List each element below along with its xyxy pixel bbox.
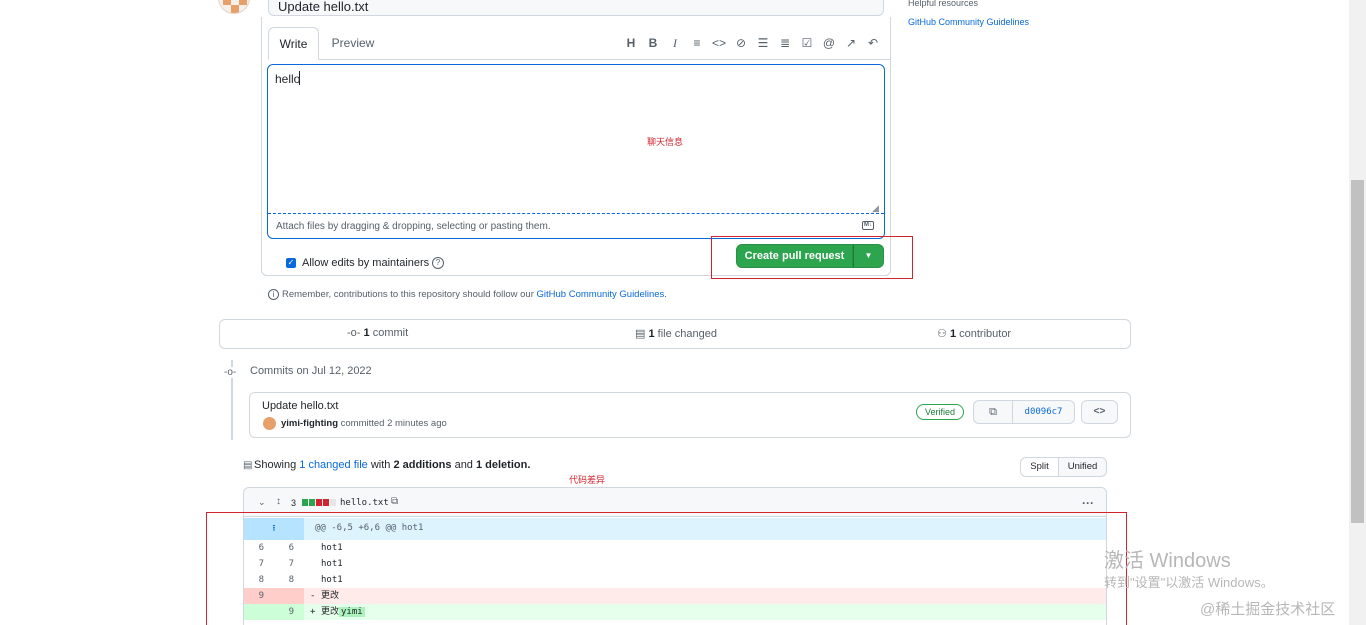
- annotation-box-diff: [206, 512, 1127, 625]
- tab-preview[interactable]: Preview: [324, 27, 382, 60]
- sidebar-guidelines-link[interactable]: GitHub Community Guidelines: [908, 17, 1029, 27]
- commit-icon: -o-: [347, 327, 361, 339]
- italic-icon[interactable]: I: [664, 35, 686, 51]
- task-list-icon[interactable]: ☑: [796, 35, 818, 51]
- site-watermark: @稀土掘金技术社区: [1200, 601, 1336, 618]
- helpful-resources-heading: Helpful resources: [908, 0, 979, 8]
- pr-title-input[interactable]: Update hello.txt: [268, 0, 884, 16]
- author-link[interactable]: yimi-fighting: [281, 418, 338, 429]
- annotation-code-diff: 代码差异: [569, 475, 606, 485]
- commit-sha-link[interactable]: d0096c7: [1013, 400, 1075, 424]
- diffstat-square: [330, 499, 336, 506]
- copy-path-icon[interactable]: ⧉: [391, 496, 398, 507]
- chevron-down-icon[interactable]: ⌄: [258, 497, 266, 508]
- verified-badge[interactable]: Verified: [916, 404, 964, 420]
- commit-icon: -o-: [224, 367, 237, 378]
- copy-icon: ⧉: [989, 406, 997, 418]
- expand-icon[interactable]: ↕: [276, 496, 281, 507]
- unified-view-button[interactable]: Unified: [1059, 457, 1107, 477]
- diffstat-square: [309, 499, 315, 506]
- attach-files-hint[interactable]: Attach files by dragging & dropping, sel…: [276, 221, 551, 232]
- quote-icon[interactable]: ≡: [686, 35, 708, 51]
- markdown-icon: M↓: [862, 221, 874, 230]
- markdown-toolbar: H B I ≡ <> ⊘ ☰ ≣ ☑ @ ↗ ↶: [620, 35, 884, 51]
- diffstat-square: [316, 499, 322, 506]
- tab-write[interactable]: Write: [268, 27, 319, 60]
- annotation-chat-info: 聊天信息: [647, 137, 684, 147]
- activation-watermark-subtitle: 转到"设置"以激活 Windows。: [1104, 575, 1274, 590]
- guidelines-link[interactable]: GitHub Community Guidelines: [537, 289, 665, 300]
- file-diff-icon: ▤: [635, 328, 646, 340]
- diff-filename[interactable]: hello.txt: [340, 498, 389, 508]
- kebab-menu-icon[interactable]: ···: [1082, 496, 1094, 510]
- author-avatar[interactable]: [263, 417, 276, 430]
- stat-commits[interactable]: -o- 1 commit: [347, 327, 408, 339]
- reference-icon[interactable]: ↗: [840, 35, 862, 51]
- activation-watermark-title: 激活 Windows: [1104, 550, 1231, 572]
- annotation-box-create: [711, 236, 913, 279]
- code-icon: <>: [1093, 406, 1106, 417]
- stat-contributors[interactable]: ⚇ 1 contributor: [937, 327, 1011, 340]
- user-avatar: [218, 0, 250, 14]
- contribution-reminder: Remember, contributions to this reposito…: [282, 289, 667, 300]
- diffstat-bar: [302, 499, 336, 506]
- heading-icon[interactable]: H: [620, 35, 642, 51]
- allow-edits-label: Allow edits by maintainers: [302, 257, 430, 269]
- allow-edits-checkbox[interactable]: ✓: [286, 258, 296, 268]
- diffstat-square: [323, 499, 329, 506]
- ordered-list-icon[interactable]: ≣: [774, 35, 796, 51]
- unordered-list-icon[interactable]: ☰: [752, 35, 774, 51]
- stat-files-changed[interactable]: ▤ 1 file changed: [635, 327, 717, 340]
- scrollbar-thumb[interactable]: [1351, 180, 1364, 523]
- changes-count: 3: [291, 498, 297, 508]
- commit-title-link[interactable]: Update hello.txt: [262, 400, 338, 412]
- link-icon[interactable]: ⊘: [730, 35, 752, 51]
- browse-files-button[interactable]: <>: [1081, 400, 1118, 424]
- commit-meta: yimi-fighting committed 2 minutes ago: [281, 418, 447, 429]
- text-caret: [299, 71, 300, 85]
- commits-date-heading: Commits on Jul 12, 2022: [250, 365, 372, 377]
- mention-icon[interactable]: @: [818, 35, 840, 51]
- bold-icon[interactable]: B: [642, 35, 664, 51]
- file-diff-icon: ▤: [243, 460, 253, 471]
- undo-icon[interactable]: ↶: [862, 35, 884, 51]
- split-view-button[interactable]: Split: [1020, 457, 1059, 477]
- code-icon[interactable]: <>: [708, 35, 730, 51]
- info-icon: i: [268, 289, 279, 300]
- changed-files-link[interactable]: 1 changed file: [299, 459, 368, 471]
- people-icon: ⚇: [937, 328, 947, 340]
- attach-divider: [268, 213, 884, 214]
- diffstat-square: [302, 499, 308, 506]
- copy-sha-button[interactable]: ⧉: [973, 400, 1013, 424]
- pr-body-text: hello: [275, 72, 301, 86]
- question-icon[interactable]: ?: [432, 257, 444, 269]
- diff-summary: Showing 1 changed file with 2 additions …: [254, 459, 531, 471]
